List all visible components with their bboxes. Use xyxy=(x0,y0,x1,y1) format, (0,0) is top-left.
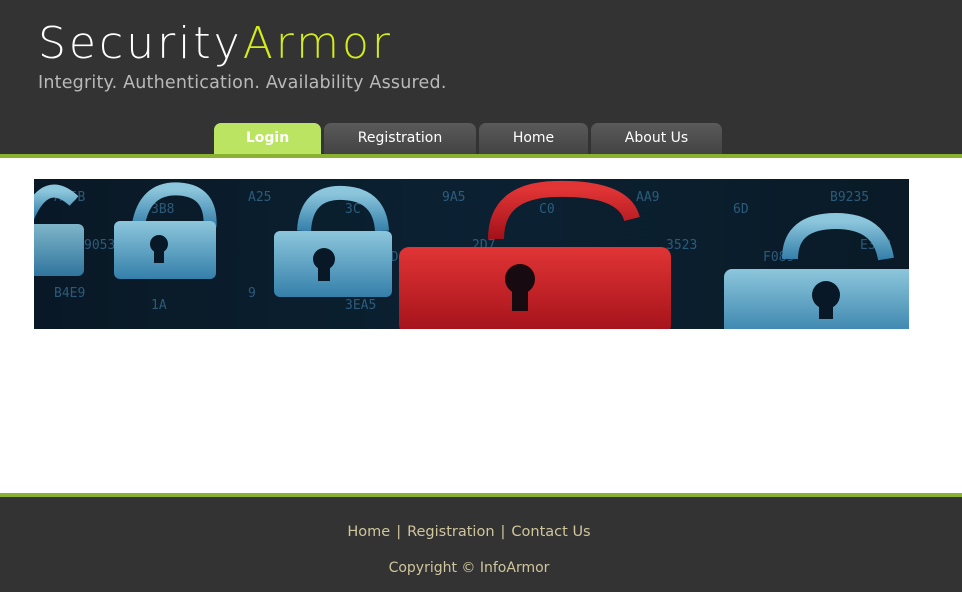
footer-link-registration[interactable]: Registration xyxy=(407,524,494,540)
padlocks-banner-image: A85B3B8A253C9A5C0AA96DB92359053F2CBAD892… xyxy=(34,179,909,329)
tab-login[interactable]: Login xyxy=(214,123,321,154)
header-divider xyxy=(0,154,962,158)
footer-links: Home | Registration | Contact Us xyxy=(0,524,938,540)
hero-banner: A85B3B8A253C9A5C0AA96DB92359053F2CBAD892… xyxy=(34,179,909,329)
footer-separator: | xyxy=(396,524,402,540)
site-tagline: Integrity. Authentication. Availability … xyxy=(38,73,447,93)
footer-separator: | xyxy=(500,524,506,540)
logo-part-security: Security xyxy=(38,18,243,69)
site-header: SecurityArmor Integrity. Authentication.… xyxy=(0,0,962,154)
tab-registration[interactable]: Registration xyxy=(324,123,476,154)
tab-about-us[interactable]: About Us xyxy=(591,123,722,154)
copyright-text: Copyright © InfoArmor xyxy=(388,560,550,576)
footer-link-home[interactable]: Home xyxy=(347,524,390,540)
footer-link-contact-us[interactable]: Contact Us xyxy=(511,524,590,540)
site-footer: Home | Registration | Contact Us Copyright ©… xyxy=(0,497,962,592)
logo-part-armor: Armor xyxy=(242,18,393,69)
site-logo[interactable]: SecurityArmor xyxy=(38,18,393,70)
tab-home[interactable]: Home xyxy=(479,123,588,154)
